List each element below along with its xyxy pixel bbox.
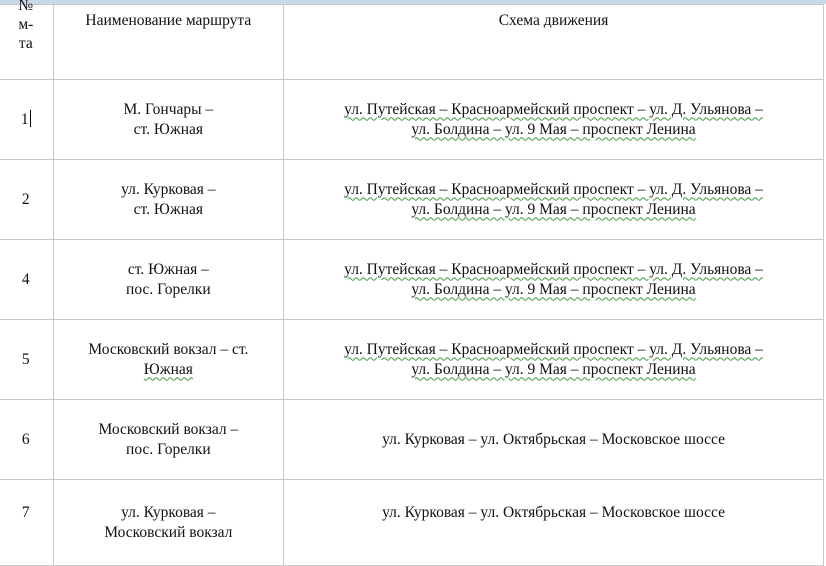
route-name-cell[interactable]: Московский вокзал – пос. Горелки [52,399,285,480]
route-scheme-line: ул. Курковая – ул. Октябрьская – Московс… [382,504,725,521]
text-cursor [29,109,31,127]
table-row: 6 Московский вокзал – пос. Горелки ул. К… [0,399,824,480]
route-scheme-line: ул. Болдина – ул. 9 Мая – проспект Ленин… [411,360,696,378]
route-number-cell[interactable]: 4 [0,239,54,320]
route-number: 6 [21,430,30,448]
route-number-cell[interactable]: 7 [0,479,54,566]
header-route-scheme[interactable]: Схема движения [283,4,824,80]
route-name-line: Московский вокзал [104,524,233,541]
routes-table: № м- та Наименование маршрута Схема движ… [0,0,824,566]
route-scheme-line: ул. Путейская – Красноармейский проспект… [344,180,763,198]
table-row: 7 ул. Курковая – Московский вокзал ул. К… [0,479,824,566]
route-name-line: пос. Горелки [126,440,211,458]
header-route-number[interactable]: № м- та [0,0,54,80]
table-row: 2 ул. Курковая – ст. Южная ул. Путейская… [0,159,824,240]
table-row: 4 ст. Южная – пос. Горелки ул. Путейская… [0,239,824,320]
route-name-line: пос. Горелки [126,280,211,298]
header-number-line: № [18,0,34,14]
route-scheme-cell[interactable]: ул. Путейская – Красноармейский проспект… [283,159,824,240]
route-scheme-line: ул. Путейская – Красноармейский проспект… [344,260,763,278]
route-number: 4 [21,270,30,288]
route-name-cell[interactable]: ул. Курковая – Московский вокзал [52,479,285,566]
route-number: 1 [20,110,29,128]
route-number: 2 [21,190,30,208]
route-scheme-cell[interactable]: ул. Путейская – Красноармейский проспект… [283,319,824,400]
header-number-line: та [18,35,33,52]
route-scheme-line: ул. Болдина – ул. 9 Мая – проспект Ленин… [411,280,696,298]
route-number-cell[interactable]: 1 [0,79,54,160]
route-name-line: ст. Южная – [127,260,209,278]
route-number-cell[interactable]: 5 [0,319,54,400]
route-name-cell[interactable]: ул. Курковая – ст. Южная [52,159,285,240]
route-name-cell[interactable]: М. Гончары – ст. Южная [52,79,285,160]
route-name-cell[interactable]: Московский вокзал – ст. Южная [52,319,285,400]
header-route-name[interactable]: Наименование маршрута [52,4,285,80]
route-scheme-cell[interactable]: ул. Курковая – ул. Октябрьская – Московс… [283,399,824,480]
route-name-line: М. Гончары – [123,100,214,118]
route-name-line: ул. Курковая – [121,180,216,198]
route-scheme-line: ул. Путейская – Красноармейский проспект… [344,100,763,118]
route-scheme-line: ул. Болдина – ул. 9 Мая – проспект Ленин… [411,120,696,138]
table-row: 1 М. Гончары – ст. Южная ул. Путейская –… [0,79,824,160]
route-number: 5 [21,350,30,368]
header-number-line: м- [18,16,34,33]
route-scheme-cell[interactable]: ул. Курковая – ул. Октябрьская – Московс… [283,479,824,566]
route-name-line: ст. Южная [133,120,204,138]
route-name-cell[interactable]: ст. Южная – пос. Горелки [52,239,285,320]
route-scheme-cell[interactable]: ул. Путейская – Красноармейский проспект… [283,79,824,160]
route-number-cell[interactable]: 6 [0,399,54,480]
table-row: 5 Московский вокзал – ст. Южная ул. Путе… [0,319,824,400]
route-scheme-line: ул. Курковая – ул. Октябрьская – Московс… [382,430,725,448]
route-scheme-line: ул. Болдина – ул. 9 Мая – проспект Ленин… [411,200,696,218]
route-scheme-line: ул. Путейская – Красноармейский проспект… [344,340,763,358]
route-number-cell[interactable]: 2 [0,159,54,240]
route-name-line: Южная [143,360,193,378]
route-name-line: ул. Курковая – [121,504,216,521]
table-header-row: № м- та Наименование маршрута Схема движ… [0,0,824,80]
route-number: 7 [21,504,30,521]
route-name-line: ст. Южная [133,200,204,218]
route-scheme-cell[interactable]: ул. Путейская – Красноармейский проспект… [283,239,824,320]
route-name-line: Московский вокзал – ст. [88,340,249,358]
route-name-line: Московский вокзал – [98,420,239,438]
